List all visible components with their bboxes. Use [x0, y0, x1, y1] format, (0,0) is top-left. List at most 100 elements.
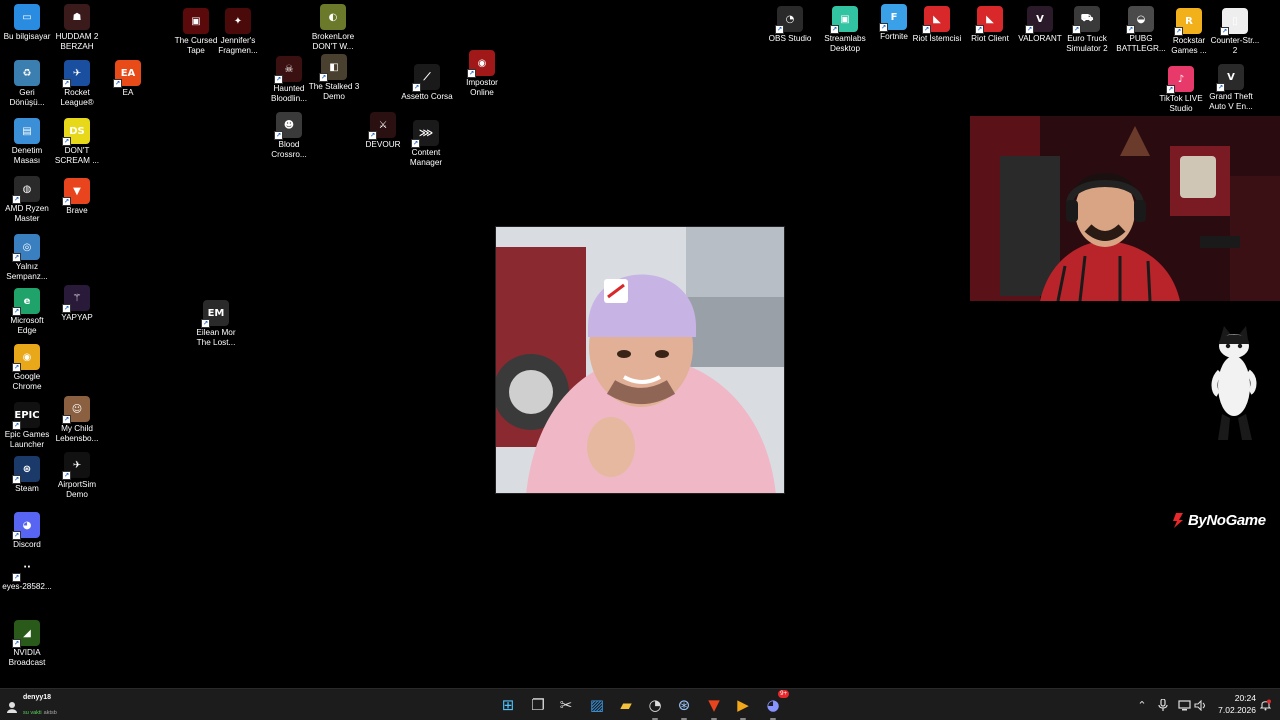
- desktop-icon-label: AirportSim Demo: [57, 480, 97, 499]
- steam-taskbar-button[interactable]: ⊛: [672, 693, 696, 720]
- weather-note-text: aktsb: [43, 710, 57, 716]
- huddam-2-berzah-icon: ☗: [64, 4, 90, 30]
- taskbar-weather-widget[interactable]: denyy18 su vakti aktsb: [6, 694, 57, 719]
- haunted-bloodlin-icon: ☠ ↗: [274, 56, 302, 84]
- discord-notification-badge: 9+: [778, 690, 789, 698]
- brave-taskbar-icon: ▼: [708, 696, 720, 714]
- desktop-icon-nvidia-broadcast[interactable]: ◢ ↗ NVIDIA Broadcast: [0, 620, 58, 668]
- shortcut-arrow-icon: ↗: [62, 197, 71, 206]
- obs-taskbar-button[interactable]: ◔: [643, 693, 667, 720]
- desktop-icon-label: My Child Lebensbo...: [55, 424, 99, 443]
- nvidia-broadcast-icon: ◢ ↗: [12, 620, 40, 648]
- shortcut-arrow-icon: ↗: [830, 25, 839, 34]
- chevron-up-icon[interactable]: ⌃: [1134, 697, 1150, 713]
- desktop-icon-brokenlore-don-t-w[interactable]: ◐ BrokenLore DON'T W...: [302, 4, 364, 52]
- desktop-icon-jennifer-s-fragmen[interactable]: ✦ Jennifer's Fragmen...: [207, 8, 269, 56]
- euro-truck-simulator-2-icon: ⛟ ↗: [1072, 6, 1100, 34]
- brave-taskbar-button[interactable]: ▼: [702, 693, 726, 720]
- valorant-icon: V ↗: [1025, 6, 1053, 34]
- shortcut-arrow-icon: ↗: [113, 79, 122, 88]
- shortcut-arrow-icon: ↗: [922, 25, 931, 34]
- desktop-icon-don-t-scream[interactable]: DS ↗ DON'T SCREAM ...: [46, 118, 108, 166]
- shortcut-arrow-icon: ↗: [467, 69, 476, 78]
- devour-icon: ⚔ ↗: [368, 112, 396, 140]
- desktop-icon-ea[interactable]: EA ↗ EA: [97, 60, 159, 98]
- desktop-icon-my-child-lebensbo[interactable]: ☺ ↗ My Child Lebensbo...: [46, 396, 108, 444]
- tiktok-live-studio-icon: ♪ ↗: [1166, 66, 1194, 94]
- eilean-mor-the-lost-icon: EM ↗: [201, 300, 229, 328]
- desktop-icon-yapyap[interactable]: ⚚ ↗ YAPYAP: [46, 285, 108, 323]
- shortcut-arrow-icon: ↗: [62, 79, 71, 88]
- shortcut-arrow-icon: ↗: [62, 304, 71, 313]
- snipping-tool-button[interactable]: ✂: [554, 693, 578, 717]
- impostor-online-icon: ◉ ↗: [467, 50, 495, 78]
- desktop-icon-content-manager[interactable]: ⋙ ↗ Content Manager: [395, 120, 457, 168]
- jennifer-s-fragmen-icon: ✦: [225, 8, 251, 34]
- desktop: ▭ Bu bilgisayar ☗ HUDDAM 2 BERZAH ▣ The Curse…: [0, 0, 1280, 688]
- shortcut-arrow-icon: ↗: [1126, 25, 1135, 34]
- shortcut-arrow-icon: ↗: [1166, 85, 1175, 94]
- shortcut-arrow-icon: ↗: [12, 195, 21, 204]
- desktop-icon-label: YAPYAP: [61, 313, 93, 322]
- shortcut-arrow-icon: ↗: [62, 471, 71, 480]
- shortcut-arrow-icon: ↗: [411, 139, 420, 148]
- desktop-icon-label: Google Chrome: [12, 372, 42, 391]
- bynogame-logo-mark: [1173, 513, 1183, 528]
- desktop-icon-discord[interactable]: ◕ ↗ Discord: [0, 512, 58, 550]
- start-button[interactable]: ⊞: [496, 693, 520, 717]
- media-player-icon: ▶: [737, 696, 749, 714]
- obs-studio-icon: ◔ ↗: [775, 6, 803, 34]
- shortcut-arrow-icon: ↗: [62, 137, 71, 146]
- desktop-icon-huddam-2-berzah[interactable]: ☗ HUDDAM 2 BERZAH: [46, 4, 108, 52]
- desktop-icon-label: Yalnız Sempanz...: [6, 262, 48, 281]
- discord-taskbar-icon: ◕: [766, 696, 780, 714]
- desktop-icon-eilean-mor-the-lost[interactable]: EM ↗ Eilean Mor The Lost...: [185, 300, 247, 348]
- desktop-icon-counter-str-2[interactable]: ▯ ↗ Counter-Str... 2: [1204, 8, 1266, 56]
- shortcut-arrow-icon: ↗: [412, 83, 421, 92]
- riot-i-stemcisi-icon: ◣ ↗: [922, 6, 950, 34]
- desktop-icon-google-chrome[interactable]: ◉ ↗ Google Chrome: [0, 344, 58, 392]
- shortcut-arrow-icon: ↗: [1072, 25, 1081, 34]
- shortcut-arrow-icon: ↗: [1216, 83, 1225, 92]
- bynogame-logo: ByNoGame: [1170, 508, 1270, 532]
- desktop-icon-eyes-28582[interactable]: ·· ↗ eyes-28582...: [0, 554, 58, 592]
- desktop-icon-yaln-z-sempanz[interactable]: ◎ ↗ Yalnız Sempanz...: [0, 234, 58, 282]
- google-chrome-icon: ◉ ↗: [12, 344, 40, 372]
- task-view-icon: ❐: [531, 696, 545, 714]
- microphone-icon[interactable]: [1155, 697, 1171, 713]
- task-view-button[interactable]: ❐: [526, 693, 550, 717]
- shortcut-arrow-icon: ↗: [12, 573, 21, 582]
- discord-taskbar-button[interactable]: ◕ 9+: [761, 690, 789, 720]
- file-explorer-icon: ▰: [620, 696, 632, 714]
- shortcut-arrow-icon: ↗: [274, 75, 283, 84]
- taskbar-clock[interactable]: 20:24 7.02.2026: [1212, 692, 1256, 716]
- desktop-icon-brave[interactable]: ▼ ↗ Brave: [46, 178, 108, 216]
- blood-crossro-icon: ☻ ↗: [274, 112, 302, 140]
- snowy-selfie-image: [496, 227, 784, 493]
- shortcut-arrow-icon: ↗: [12, 639, 21, 648]
- shortcut-arrow-icon: ↗: [1174, 27, 1183, 36]
- content-manager-icon: ⋙ ↗: [411, 120, 439, 148]
- denetim-masas-icon: ▤: [14, 118, 40, 144]
- desktop-icon-impostor-online[interactable]: ◉ ↗ Impostor Online: [451, 50, 513, 98]
- volume-icon[interactable]: [1192, 697, 1208, 713]
- cat-sticker-overlay: [1208, 322, 1260, 444]
- media-player-button[interactable]: ▶: [731, 693, 755, 720]
- shortcut-arrow-icon: ↗: [319, 73, 328, 82]
- desktop-icon-label: The Stalked 3 Demo: [308, 82, 360, 101]
- streamlabs-desktop-icon: ▣ ↗: [830, 6, 858, 34]
- shortcut-arrow-icon: ↗: [12, 531, 21, 540]
- brave-icon: ▼ ↗: [62, 178, 90, 206]
- desktop-icon-label: DON'T SCREAM ...: [54, 146, 100, 165]
- network-icon[interactable]: [1176, 697, 1192, 713]
- notification-bell-icon[interactable]: [1257, 697, 1273, 713]
- snipping-tool-icon: ✂: [559, 696, 573, 714]
- desktop-icon-the-stalked-3-demo[interactable]: ◧ ↗ The Stalked 3 Demo: [303, 54, 365, 102]
- desktop-icon-grand-theft-auto-v-en[interactable]: V ↗ Grand Theft Auto V En...: [1200, 64, 1262, 112]
- file-explorer-button[interactable]: ▰: [614, 693, 638, 717]
- bu-bilgisayar-icon: ▭: [14, 4, 40, 30]
- photos-icon: ▨: [589, 696, 605, 714]
- desktop-icon-blood-crossro[interactable]: ☻ ↗ Blood Crossro...: [258, 112, 320, 160]
- photos-button[interactable]: ▨: [585, 693, 609, 717]
- desktop-icon-airportsim-demo[interactable]: ✈ ↗ AirportSim Demo: [46, 452, 108, 500]
